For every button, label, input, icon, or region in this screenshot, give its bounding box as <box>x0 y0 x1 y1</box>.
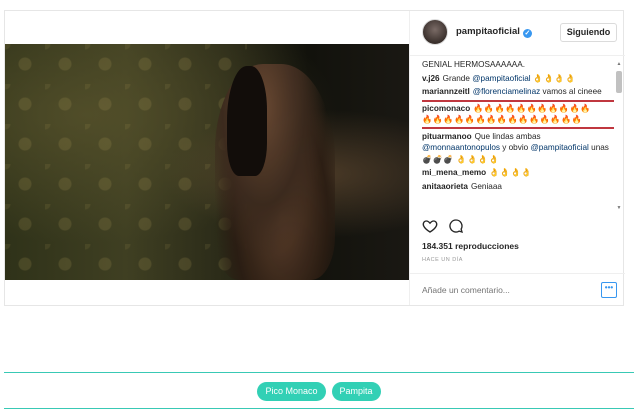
comment-emoji: 👌👌👌👌 <box>456 154 500 164</box>
comment-text: Grande <box>442 73 470 83</box>
comment-item: anitaaorieta Geniaaa <box>422 181 614 193</box>
comment-username[interactable]: anitaaorieta <box>422 182 468 191</box>
comment-emoji: 💣💣💣 <box>422 154 455 164</box>
username-text[interactable]: pampitaoficial <box>456 26 520 37</box>
post-timestamp: HACE UN DÍA <box>422 257 463 263</box>
add-comment-area: ••• <box>410 273 625 305</box>
comment-text: unas <box>591 143 609 152</box>
comment-emoji: 👌👌👌👌 <box>489 168 532 177</box>
woman-hair <box>227 66 267 176</box>
comment-emoji: 🔥🔥🔥🔥🔥🔥🔥🔥🔥🔥🔥 <box>473 103 591 113</box>
comment-username[interactable]: v.j26 <box>422 74 440 83</box>
comment-username[interactable]: mi_mena_memo <box>422 168 486 177</box>
post-video[interactable] <box>5 44 409 280</box>
comment-text: vamos al cineee <box>542 87 602 96</box>
scroll-down-icon[interactable]: ▼ <box>616 205 622 211</box>
comment-item: mi_mena_memo 👌👌👌👌 <box>422 167 614 179</box>
scroll-up-icon[interactable]: ▲ <box>616 61 622 67</box>
highlighted-comment: picomonaco 🔥🔥🔥🔥🔥🔥🔥🔥🔥🔥🔥 🔥🔥🔥🔥🔥🔥🔥🔥🔥🔥🔥🔥🔥🔥🔥 <box>422 99 614 129</box>
post-actions <box>422 218 470 236</box>
comments-scrollbar[interactable]: ▲ ▼ <box>616 61 622 211</box>
comment-input[interactable] <box>422 283 582 297</box>
tag-pampita[interactable]: Pampita <box>331 382 381 401</box>
instagram-post-embed: pampitaoficial ✓ Siguiendo GENIAL HERMOSA… <box>4 10 625 306</box>
comment-mention[interactable]: @monnaantonopulos <box>422 143 500 152</box>
comment-mention[interactable]: @pampitaoficial <box>472 74 530 83</box>
comment-emoji: 🔥🔥🔥🔥🔥🔥🔥🔥🔥🔥🔥🔥🔥🔥🔥 <box>422 115 583 124</box>
view-count: 184.351 reproducciones <box>422 241 519 251</box>
post-sidebar: pampitaoficial ✓ Siguiendo GENIAL HERMOSA… <box>409 11 625 305</box>
wallpaper-pattern <box>5 44 248 280</box>
comment-text: Geniaaa <box>470 181 502 191</box>
heart-icon[interactable] <box>422 218 438 234</box>
comment-username[interactable]: pituarmanoo <box>422 132 472 141</box>
tag-bar: Pico Monaco Pampita <box>4 372 634 409</box>
comment-bubble-icon[interactable] <box>448 218 464 234</box>
post-username[interactable]: pampitaoficial ✓ <box>456 26 532 38</box>
comment-mention[interactable]: @florenciamelinaz <box>473 87 540 96</box>
tag-list: Pico Monaco Pampita <box>4 382 634 401</box>
comment-item: mariannzeitl @florenciamelinaz vamos al c… <box>422 86 614 98</box>
comment-username[interactable]: mariannzeitl <box>422 87 470 96</box>
caption: GENIAL HERMOSAAAAAA. <box>422 60 525 69</box>
avatar[interactable] <box>422 19 448 45</box>
comment-text: Que lindas ambas <box>474 131 541 141</box>
post-header: pampitaoficial ✓ Siguiendo <box>410 11 625 56</box>
comment-item: pituarmanoo Que lindas ambas @monnaantono… <box>422 131 614 166</box>
comment-text: y obvio <box>502 143 529 152</box>
following-button[interactable]: Siguiendo <box>560 23 617 42</box>
tag-pico-monaco[interactable]: Pico Monaco <box>257 382 326 401</box>
more-options-button[interactable]: ••• <box>601 282 617 298</box>
comment-emoji: 👌👌👌👌 <box>532 73 576 83</box>
comments-list: GENIAL HERMOSAAAAAA. v.j26 Grande @pampit… <box>422 59 614 213</box>
verified-badge-icon: ✓ <box>522 29 532 38</box>
comment-username[interactable]: picomonaco <box>422 104 470 113</box>
comment-mention[interactable]: @pampitaoficial <box>530 143 588 152</box>
scrollbar-thumb[interactable] <box>616 71 622 93</box>
comment-item: v.j26 Grande @pampitaoficial 👌👌👌👌 <box>422 73 614 85</box>
